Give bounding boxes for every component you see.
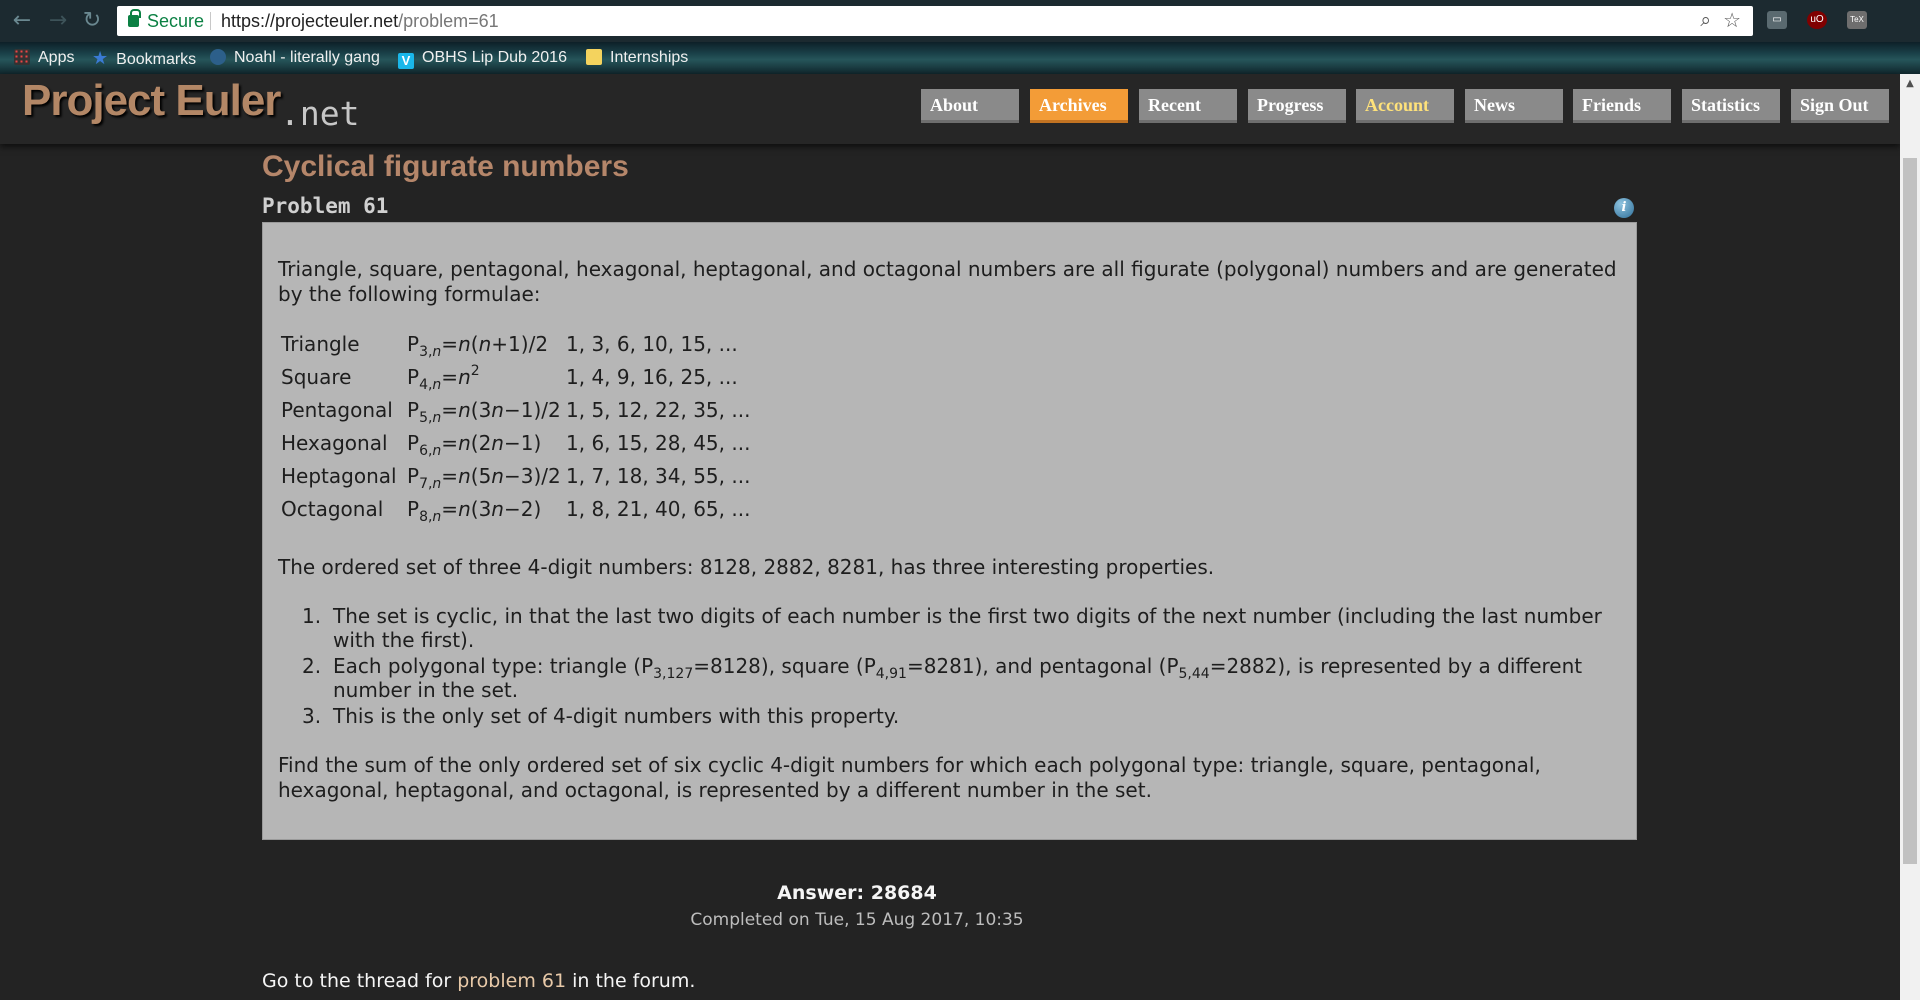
scrollbar-thumb[interactable]	[1903, 158, 1917, 864]
tex-icon[interactable]: TeX	[1847, 11, 1867, 29]
nav-about[interactable]: About	[921, 89, 1019, 123]
figure-name: Pentagonal	[281, 398, 393, 422]
figure-sequence: 1, 8, 21, 40, 65, ...	[566, 497, 751, 521]
figure-name: Heptagonal	[281, 464, 397, 488]
nav-progress[interactable]: Progress	[1248, 89, 1346, 123]
bookmark-label: Apps	[38, 49, 75, 66]
list-item: 1. The set is cyclic, in that the last t…	[278, 604, 1628, 652]
nav-statistics[interactable]: Statistics	[1682, 89, 1780, 123]
figure-name: Triangle	[281, 332, 360, 356]
list-item: 3. This is the only set of 4-digit numbe…	[278, 704, 1628, 728]
figure-formula: P7,n=n(5n−3)/2	[407, 464, 561, 492]
problem-question: Find the sum of the only ordered set of …	[278, 753, 1541, 802]
answer-line: Answer: 28684	[262, 882, 1452, 904]
figure-sequence: 1, 6, 15, 28, 45, ...	[566, 431, 751, 455]
forum-thread-link[interactable]: problem 61	[457, 970, 566, 992]
lock-icon	[128, 9, 141, 27]
forum-line: Go to the thread for problem 61 in the f…	[262, 970, 695, 992]
bookmark-label: Noahl - literally gang	[234, 49, 380, 66]
figure-name: Hexagonal	[281, 431, 388, 455]
vimeo-icon: V	[398, 53, 414, 69]
answer-label: Answer:	[777, 882, 871, 904]
address-divider	[210, 12, 211, 30]
problem-intro: Triangle, square, pentagonal, hexagonal,…	[278, 257, 1617, 306]
reload-icon[interactable]: ↻	[78, 7, 106, 35]
apps-grid-icon	[14, 49, 30, 65]
star-icon: ★	[92, 48, 109, 68]
bookmarks-bar: Apps ★ Bookmarks Noahl - literally gang V…	[0, 42, 1920, 74]
property-text: The set is cyclic, in that the last two …	[333, 604, 1602, 652]
ublock-icon[interactable]: uO	[1807, 11, 1827, 29]
nav-sign-out[interactable]: Sign Out	[1791, 89, 1889, 123]
figure-formula: P3,n=n(n+1)/2	[407, 332, 549, 360]
back-arrow-icon[interactable]: ←	[8, 7, 36, 35]
figure-sequence: 1, 3, 6, 10, 15, ...	[566, 332, 738, 356]
cast-icon[interactable]: ▭	[1767, 11, 1787, 29]
nav-friends[interactable]: Friends	[1573, 89, 1671, 123]
secure-label: Secure	[147, 11, 205, 31]
bookmark-star-icon[interactable]: ☆	[1723, 6, 1741, 36]
url-path: /problem=61	[398, 11, 499, 31]
site-logo[interactable]: Project Euler	[22, 76, 281, 126]
scroll-up-arrow-icon[interactable]: ▲	[1903, 78, 1917, 90]
completed-date: Completed on Tue, 15 Aug 2017, 10:35	[690, 910, 1024, 930]
zoom-icon[interactable]: ⌕	[1700, 6, 1711, 36]
bookmark-label: Internships	[610, 49, 689, 66]
forward-arrow-icon[interactable]: →	[44, 7, 72, 35]
nav-account[interactable]: Account	[1356, 89, 1454, 123]
folder-icon	[586, 49, 602, 65]
browser-toolbar: ← → ↻ Secure https://projecteuler.net/pr…	[0, 0, 1920, 42]
figure-formula: P4,n=n2	[407, 363, 480, 393]
bookmark-internships[interactable]: Internships	[586, 42, 688, 74]
site-logo-suffix: .net	[280, 94, 360, 133]
bookmark-obhs[interactable]: V OBHS Lip Dub 2016	[398, 42, 567, 74]
url-host: https://projecteuler.net	[221, 11, 399, 31]
figure-sequence: 1, 4, 9, 16, 25, ...	[566, 365, 738, 389]
nav-archives[interactable]: Archives	[1030, 89, 1128, 123]
list-number: 3.	[302, 704, 322, 728]
figure-name: Octagonal	[281, 497, 384, 521]
list-number: 1.	[302, 604, 322, 628]
forum-prefix: Go to the thread for	[262, 970, 458, 992]
bookmark-label: Bookmarks	[116, 51, 197, 68]
ordered-set-text: The ordered set of three 4-digit numbers…	[278, 555, 1215, 579]
bookmark-label: OBHS Lip Dub 2016	[422, 49, 567, 66]
problem-number: Problem 61	[262, 194, 389, 218]
list-item: 2. Each polygonal type: triangle (P3,127…	[278, 654, 1628, 702]
nav-recent[interactable]: Recent	[1139, 89, 1237, 123]
play-icon	[210, 49, 226, 65]
bookmark-apps[interactable]: Apps	[14, 42, 74, 74]
site-header: Project Euler .net About Archives Recent…	[0, 74, 1900, 144]
url-text[interactable]: https://projecteuler.net/problem=61	[221, 6, 499, 36]
bookmark-bookmarks[interactable]: ★ Bookmarks	[92, 42, 196, 74]
list-number: 2.	[302, 654, 322, 678]
info-icon[interactable]: i	[1614, 198, 1634, 218]
problem-content: Triangle, square, pentagonal, hexagonal,…	[262, 222, 1637, 840]
figure-sequence: 1, 7, 18, 34, 55, ...	[566, 464, 751, 488]
figure-formula: P6,n=n(2n−1)	[407, 431, 542, 459]
address-bar[interactable]: Secure https://projecteuler.net/problem=…	[117, 6, 1753, 36]
nav-news[interactable]: News	[1465, 89, 1563, 123]
properties-list: 1. The set is cyclic, in that the last t…	[278, 604, 1628, 730]
figure-sequence: 1, 5, 12, 22, 35, ...	[566, 398, 751, 422]
forum-suffix: in the forum.	[566, 970, 696, 992]
bookmark-noahl[interactable]: Noahl - literally gang	[210, 42, 380, 74]
problem-title: Cyclical figurate numbers	[262, 150, 629, 183]
figure-formula: P8,n=n(3n−2)	[407, 497, 542, 525]
property-text: Each polygonal type: triangle (P3,127=81…	[333, 654, 1583, 702]
figure-formula: P5,n=n(3n−1)/2	[407, 398, 561, 426]
answer-value: 28684	[870, 882, 937, 904]
figure-name: Square	[281, 365, 352, 389]
property-text: This is the only set of 4-digit numbers …	[333, 704, 900, 728]
